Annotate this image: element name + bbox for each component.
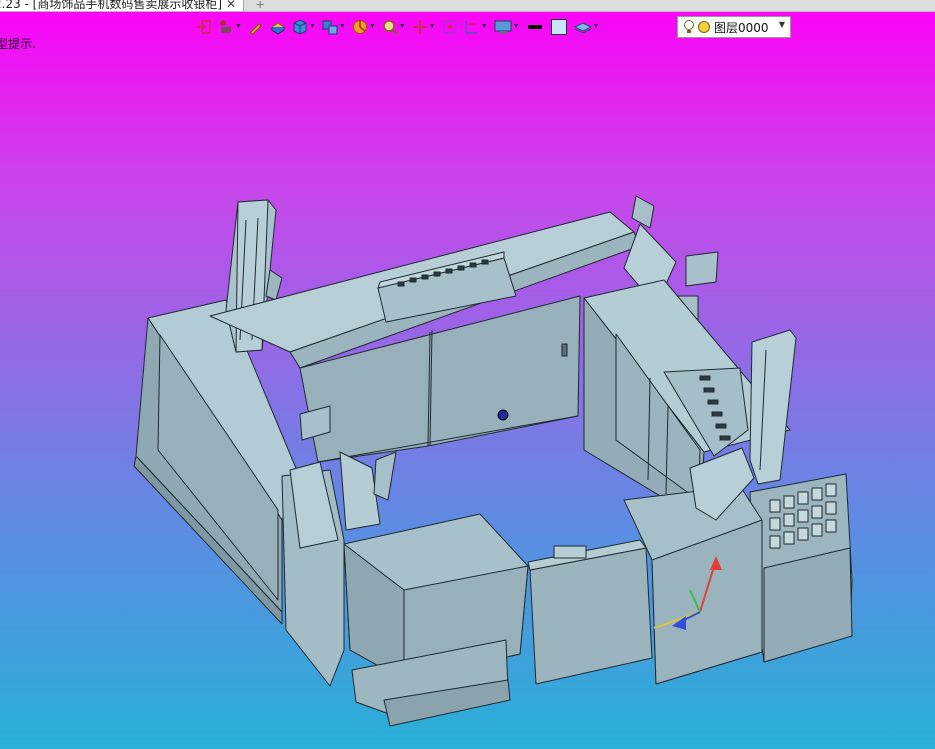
chevron-down-icon[interactable]: ▼: [309, 15, 316, 39]
chevron-down-icon[interactable]: ▼: [339, 15, 346, 39]
pencil-icon[interactable]: [248, 15, 264, 39]
chevron-down-icon[interactable]: ▼: [481, 15, 488, 39]
status-hint: 型提示.: [0, 37, 36, 51]
cash-counter-model[interactable]: [0, 0, 935, 749]
chevron-down-icon[interactable]: ▼: [513, 15, 520, 39]
robot-arm-icon[interactable]: ▼: [218, 15, 242, 39]
chevron-down-icon[interactable]: ▼: [235, 15, 242, 39]
tab-document[interactable]: 2.23 - [商场饰品手机数码售卖展示收银柜] ✕: [0, 0, 244, 11]
box-layer-icon[interactable]: [270, 15, 286, 39]
layer-name: 图层0000: [714, 20, 769, 35]
cube-copy-icon[interactable]: ▼: [322, 15, 346, 39]
cube-icon[interactable]: ▼: [292, 15, 316, 39]
chevron-down-icon[interactable]: ▼: [399, 15, 406, 39]
exit-icon[interactable]: [196, 15, 212, 39]
dimension-icon[interactable]: ▼: [464, 15, 488, 39]
chevron-down-icon[interactable]: ▼: [369, 15, 376, 39]
display-icon[interactable]: ▼: [494, 15, 520, 39]
tab-close-icon[interactable]: ✕: [226, 0, 236, 11]
new-tab-icon[interactable]: +: [256, 0, 264, 12]
lightbulb-icon[interactable]: [683, 19, 695, 35]
move-icon[interactable]: ▼: [412, 15, 436, 39]
chevron-down-icon[interactable]: ▼: [779, 20, 785, 29]
document-tab-strip: 2.23 - [商场饰品手机数码售卖展示收银柜] ✕ +: [0, 0, 935, 12]
chevron-down-icon[interactable]: ▼: [429, 15, 436, 39]
chevron-down-icon[interactable]: ▼: [593, 15, 600, 39]
right-column: [749, 329, 797, 485]
pie-chart-icon[interactable]: ▼: [352, 15, 376, 39]
cad-viewport[interactable]: 2.23 - [商场饰品手机数码售卖展示收银柜] ✕ + 型提示. ▼ ▼ ▼: [0, 0, 935, 749]
tab-document-title: 2.23 - [商场饰品手机数码售卖展示收银柜]: [0, 0, 223, 11]
layer-dropdown[interactable]: 图层0000 ▼: [677, 16, 791, 38]
zoom-icon[interactable]: ▼: [382, 15, 406, 39]
front-middle-counter: [529, 547, 653, 685]
region-icon[interactable]: [442, 15, 458, 39]
layer-stack-icon[interactable]: ▼: [573, 15, 600, 39]
sun-icon[interactable]: [697, 20, 711, 34]
orbit-center-marker: [497, 409, 509, 421]
line-color-icon[interactable]: [526, 15, 544, 39]
fill-color-icon[interactable]: [550, 15, 568, 39]
